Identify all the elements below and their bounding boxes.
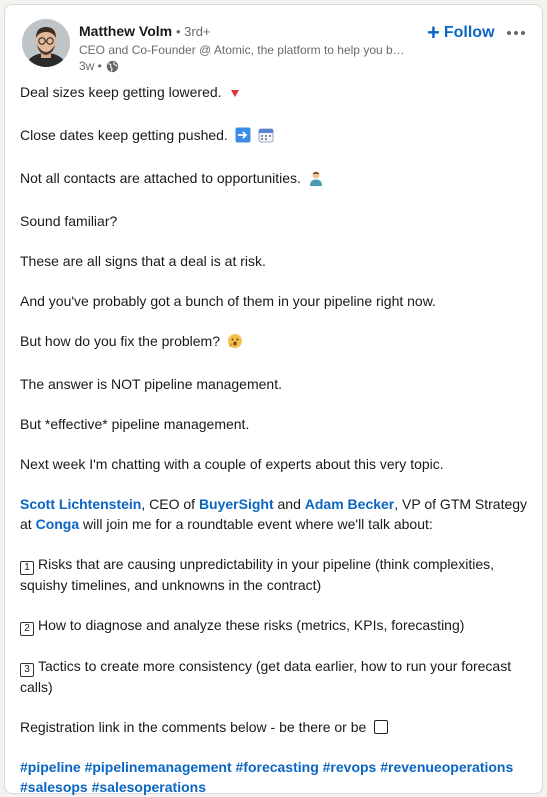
avatar-image: [22, 19, 70, 67]
post-text: will join me for a roundtable event wher…: [79, 516, 433, 532]
keycap-three-icon: 3: [20, 663, 34, 677]
post-text: Not all contacts are attached to opportu…: [20, 170, 301, 186]
person-emoji: [308, 170, 324, 191]
connection-degree: • 3rd+: [175, 24, 211, 39]
hashtags: #pipeline #pipelinemanagement #forecasti…: [20, 757, 530, 797]
mention-link[interactable]: Conga: [36, 516, 80, 532]
post-text: Tactics to create more consistency (get …: [20, 658, 512, 695]
avatar[interactable]: [22, 19, 70, 67]
calendar-emoji: [258, 127, 274, 148]
hashtag-line[interactable]: #pipeline #pipelinemanagement #forecasti…: [20, 757, 530, 777]
post-text: and: [273, 496, 305, 512]
post-paragraph: Deal sizes keep getting lowered.: [20, 82, 530, 105]
post-time: 3w •: [79, 59, 102, 73]
post-paragraph: Registration link in the comments below …: [20, 717, 530, 737]
plus-icon: +: [427, 20, 440, 45]
post-paragraph: Not all contacts are attached to opportu…: [20, 168, 530, 191]
hushed-face-emoji: [227, 333, 243, 354]
keycap-one-icon: 1: [20, 561, 34, 575]
mention-link[interactable]: Scott Lichtenstein: [20, 496, 141, 512]
post-text: Registration link in the comments below …: [20, 719, 367, 735]
hashtag-line[interactable]: #salesops #salesoperations: [20, 777, 530, 797]
post-text: Close dates keep getting pushed.: [20, 127, 228, 143]
post-paragraph: But *effective* pipeline management.: [20, 416, 250, 432]
follow-label: Follow: [443, 24, 495, 41]
checkbox-icon: [374, 720, 389, 734]
more-options-button[interactable]: [502, 19, 530, 47]
post-list-item: 2 How to diagnose and analyze these risks…: [20, 615, 530, 636]
author-headline: CEO and Co-Founder @ Atomic, the platfor…: [79, 43, 409, 57]
follow-button[interactable]: + Follow: [423, 19, 499, 47]
post-text: Risks that are causing unpredictability …: [20, 556, 494, 593]
post-card: Matthew Volm • 3rd+ CEO and Co-Founder @…: [4, 4, 543, 797]
more-icon-dot: [514, 31, 518, 35]
post-list-item: 1 Risks that are causing unpredictability…: [20, 554, 530, 595]
post-paragraph-mentions: Scott Lichtenstein, CEO of BuyerSight an…: [20, 494, 530, 534]
red-triangle-down-emoji: [228, 85, 242, 105]
post-paragraph: The answer is NOT pipeline management.: [20, 376, 282, 392]
mention-link[interactable]: Adam Becker: [305, 496, 395, 512]
post-text: Deal sizes keep getting lowered.: [20, 84, 222, 100]
keycap-two-icon: 2: [20, 622, 34, 636]
mention-link[interactable]: BuyerSight: [199, 496, 274, 512]
globe-icon: [106, 60, 119, 73]
author-name-line: Matthew Volm • 3rd+: [79, 21, 409, 42]
post-paragraph: But how do you fix the problem?: [20, 331, 530, 354]
post-meta: 3w •: [79, 58, 409, 74]
post-paragraph: And you've probably got a bunch of them …: [20, 293, 436, 309]
post-paragraph: These are all signs that a deal is at ri…: [20, 253, 266, 269]
post-body: Deal sizes keep getting lowered. Close d…: [20, 82, 530, 797]
post-list-item: 3 Tactics to create more consistency (get…: [20, 656, 530, 697]
post-paragraph: Sound familiar?: [20, 213, 118, 229]
more-icon-dot: [507, 31, 511, 35]
post-paragraph: Next week I'm chatting with a couple of …: [20, 456, 444, 472]
post-text: , CEO of: [141, 496, 199, 512]
author-info: Matthew Volm • 3rd+ CEO and Co-Founder @…: [79, 21, 409, 74]
author-name[interactable]: Matthew Volm: [79, 23, 172, 39]
post-paragraph: Close dates keep getting pushed.: [20, 125, 530, 148]
post-text: How to diagnose and analyze these risks …: [38, 617, 465, 633]
post-text: But how do you fix the problem?: [20, 333, 221, 349]
right-arrow-emoji: [235, 127, 251, 148]
more-icon-dot: [521, 31, 525, 35]
